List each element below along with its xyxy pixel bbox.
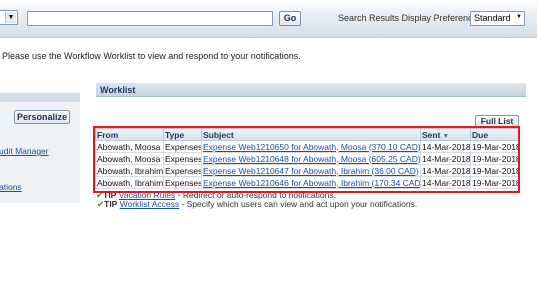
tip-label: TIP bbox=[104, 199, 118, 209]
tip-text: - Specify which users can view and act u… bbox=[179, 199, 418, 209]
intro-text: Please use the Workflow Worklist to view… bbox=[2, 51, 301, 61]
chevron-down-icon: ▼ bbox=[516, 14, 522, 20]
search-scope-select[interactable]: ▼ bbox=[0, 10, 18, 25]
divider bbox=[0, 37, 537, 38]
tip-worklist-access: ✔TIP Worklist Access - Specify which use… bbox=[97, 199, 417, 210]
audit-manager-link[interactable]: udit Manager bbox=[0, 146, 49, 156]
chevron-down-icon: ▼ bbox=[5, 12, 16, 23]
search-input[interactable] bbox=[27, 11, 273, 26]
display-preference-label: Search Results Display Preference bbox=[338, 13, 478, 23]
personalize-button[interactable]: Personalize bbox=[14, 110, 70, 124]
worklist-access-link[interactable]: Worklist Access bbox=[120, 199, 179, 209]
display-preference-value: Standard bbox=[474, 13, 511, 23]
worklist-title: Worklist bbox=[100, 85, 136, 95]
highlight-annotation-box bbox=[93, 126, 520, 193]
display-preference-select[interactable]: Standard ▼ bbox=[470, 11, 525, 26]
notifications-link[interactable]: ations bbox=[0, 182, 22, 192]
left-panel-header bbox=[0, 93, 80, 102]
go-button[interactable]: Go bbox=[279, 11, 301, 26]
worklist-header: Worklist bbox=[96, 83, 526, 97]
search-bar: ▼ Go Search Results Display Preference S… bbox=[0, 0, 537, 38]
